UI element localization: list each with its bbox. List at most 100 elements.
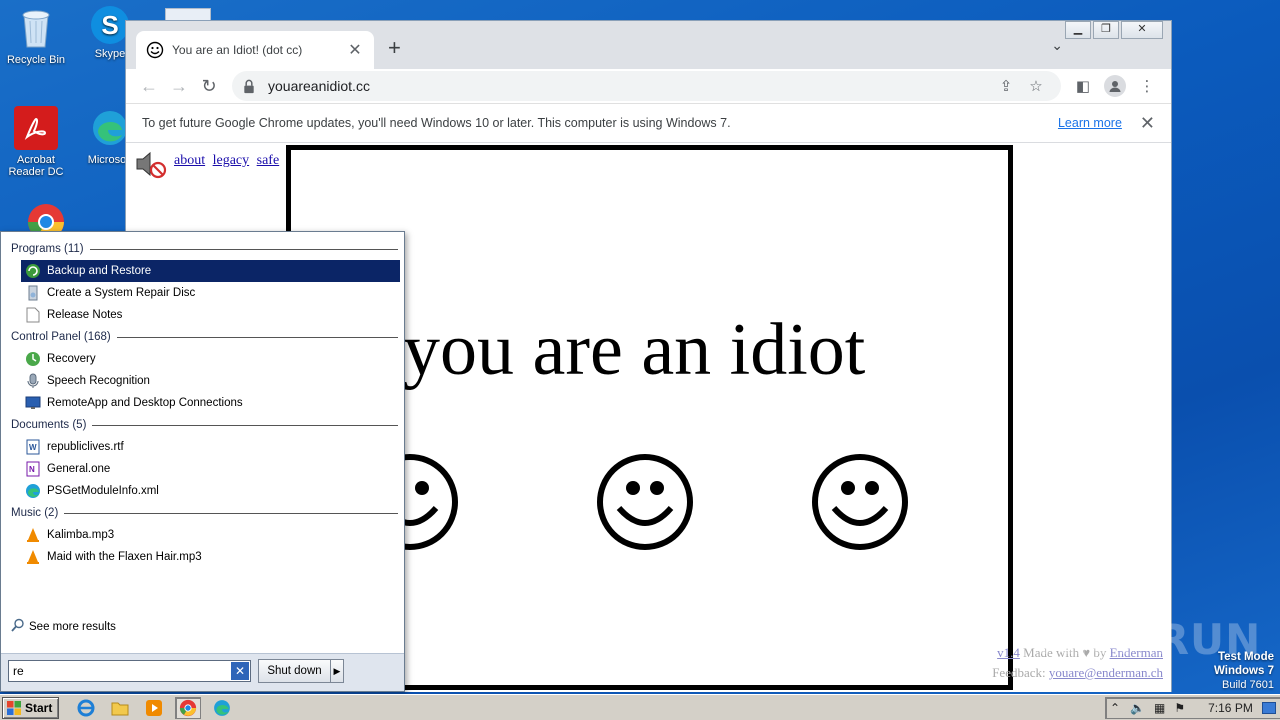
safe-link[interactable]: safe [257,153,280,168]
magnifier-icon [11,618,25,635]
watermark-line-3: Build 7601 [1222,679,1274,691]
vlc-cone-icon [25,549,41,565]
watermark-line-1: Test Mode [1217,651,1274,663]
side-panel-icon[interactable]: ◧ [1067,77,1099,95]
forward-arrow-icon[interactable]: → [164,71,194,101]
group-label: Documents (5) [11,419,87,431]
windows-flag-icon [7,700,21,715]
result-system-repair-disc[interactable]: Create a System Repair Disc [21,282,400,304]
update-infobar: To get future Google Chrome updates, you… [126,103,1171,143]
show-desktop-icon[interactable] [1261,702,1276,714]
version-link[interactable]: v1.4 [997,645,1020,660]
result-label: Maid with the Flaxen Hair.mp3 [47,551,202,563]
back-arrow-icon[interactable]: ← [134,71,164,101]
kebab-menu-icon[interactable]: ⋮ [1131,77,1163,95]
muted-speaker-icon[interactable] [134,149,168,179]
infobar-close-icon[interactable]: ✕ [1140,113,1155,134]
profile-icon[interactable] [1099,75,1131,97]
shutdown-button[interactable]: Shut down ▶ [258,659,344,683]
see-more-results[interactable]: See more results [11,618,116,635]
minimize-button[interactable]: ▁ [1065,21,1091,39]
learn-more-link[interactable]: Learn more [1058,116,1122,130]
system-tray: ⌃ 🔈 ▦ ⚑ 7:16 PM [1105,697,1280,719]
shutdown-label[interactable]: Shut down [259,660,331,682]
start-search-box[interactable]: ✕ [8,660,251,682]
taskbar-explorer-icon[interactable] [107,697,133,719]
clear-search-icon[interactable]: ✕ [231,662,249,680]
action-center-flag-icon[interactable]: ⚑ [1174,701,1185,715]
feedback-email-link[interactable]: youare@enderman.ch [1049,665,1163,680]
network-icon[interactable]: ▦ [1154,701,1165,715]
result-general-one[interactable]: N General.one [21,458,400,480]
recovery-icon [25,351,41,367]
result-kalimba[interactable]: Kalimba.mp3 [21,524,400,546]
result-remoteapp[interactable]: RemoteApp and Desktop Connections [21,392,400,414]
address-bar[interactable]: youareanidiot.cc ⇪ ☆ [232,71,1061,101]
result-release-notes[interactable]: Release Notes [21,304,400,326]
taskbar-ie-icon[interactable] [73,697,99,719]
taskbar-chrome-icon[interactable] [175,696,202,719]
feedback-label: Feedback: [992,665,1046,680]
reload-icon[interactable]: ↻ [194,71,224,101]
result-backup-and-restore[interactable]: Backup and Restore [21,260,400,282]
result-speech-recognition[interactable]: Speech Recognition [21,370,400,392]
result-maid-flaxen-hair[interactable]: Maid with the Flaxen Hair.mp3 [21,546,400,568]
acrobat-icon [14,106,58,150]
new-tab-icon[interactable]: + [388,35,401,61]
result-label: Create a System Repair Disc [47,287,196,299]
remote-desktop-icon [25,395,41,411]
group-label: Music (2) [11,507,59,519]
result-label: Speech Recognition [47,375,150,387]
start-button[interactable]: Start [2,696,60,719]
desktop-icon-label: Recycle Bin [6,54,66,66]
backup-restore-icon [25,263,41,279]
lock-icon [244,79,254,93]
bookmark-star-icon[interactable]: ☆ [1021,77,1051,95]
headline: you are an idiot [403,309,866,391]
start-menu: Programs (11) Backup and Restore Create … [0,231,405,692]
maximize-button[interactable]: ❐ [1093,21,1119,39]
share-icon[interactable]: ⇪ [991,77,1021,95]
close-window-button[interactable]: ✕ [1121,21,1163,39]
group-header-documents[interactable]: Documents (5) [5,414,400,436]
start-search-input[interactable] [9,664,231,678]
recycle-bin-icon [14,6,58,50]
clock[interactable]: 7:16 PM [1208,701,1253,715]
test-mode-watermark: Test Mode Windows 7 Build 7601 [1214,650,1274,692]
tab-search-chevron-icon[interactable]: ⌄ [1051,37,1063,54]
result-label: PSGetModuleInfo.xml [47,485,159,497]
tray-expand-arrow-icon[interactable]: ⌃ [1110,701,1120,715]
skype-icon: S [91,6,129,44]
smiley-face-icon [812,454,908,550]
result-label: Backup and Restore [47,265,152,277]
result-psgetmoduleinfo[interactable]: PSGetModuleInfo.xml [21,480,400,502]
group-header-programs[interactable]: Programs (11) [5,238,400,260]
taskbar-media-player-icon[interactable] [141,697,167,719]
watermark-line-2: Windows 7 [1214,665,1274,677]
group-header-music[interactable]: Music (2) [5,502,400,524]
group-label: Control Panel (168) [11,331,111,343]
start-label: Start [25,700,53,715]
infobar-message: To get future Google Chrome updates, you… [142,116,731,130]
search-results: Programs (11) Backup and Restore Create … [5,238,400,568]
taskbar-edge-icon[interactable] [209,697,235,719]
url-text[interactable]: youareanidiot.cc [268,78,991,94]
tab-close-icon[interactable]: ✕ [346,40,364,60]
document-icon [25,307,41,323]
edge-file-icon [25,483,41,499]
volume-icon[interactable]: 🔈 [1130,701,1145,715]
desktop-icon-acrobat[interactable]: Acrobat Reader DC [0,106,72,178]
legacy-link[interactable]: legacy [213,153,250,168]
result-label: General.one [47,463,111,475]
shutdown-options-arrow-icon[interactable]: ▶ [331,660,343,682]
result-republiclives[interactable]: W republiclives.rtf [21,436,400,458]
divider [64,512,398,514]
group-header-control-panel[interactable]: Control Panel (168) [5,326,400,348]
about-link[interactable]: about [174,153,205,168]
result-recovery[interactable]: Recovery [21,348,400,370]
browser-toolbar: ← → ↻ youareanidiot.cc ⇪ ☆ ◧ ⋮ [126,69,1171,103]
result-label: Kalimba.mp3 [47,529,115,541]
browser-tab[interactable]: You are an Idiot! (dot cc) ✕ [136,31,374,69]
window-controls: ▁ ❐ ✕ [1065,21,1163,39]
desktop-icon-recycle-bin[interactable]: Recycle Bin [0,6,72,66]
